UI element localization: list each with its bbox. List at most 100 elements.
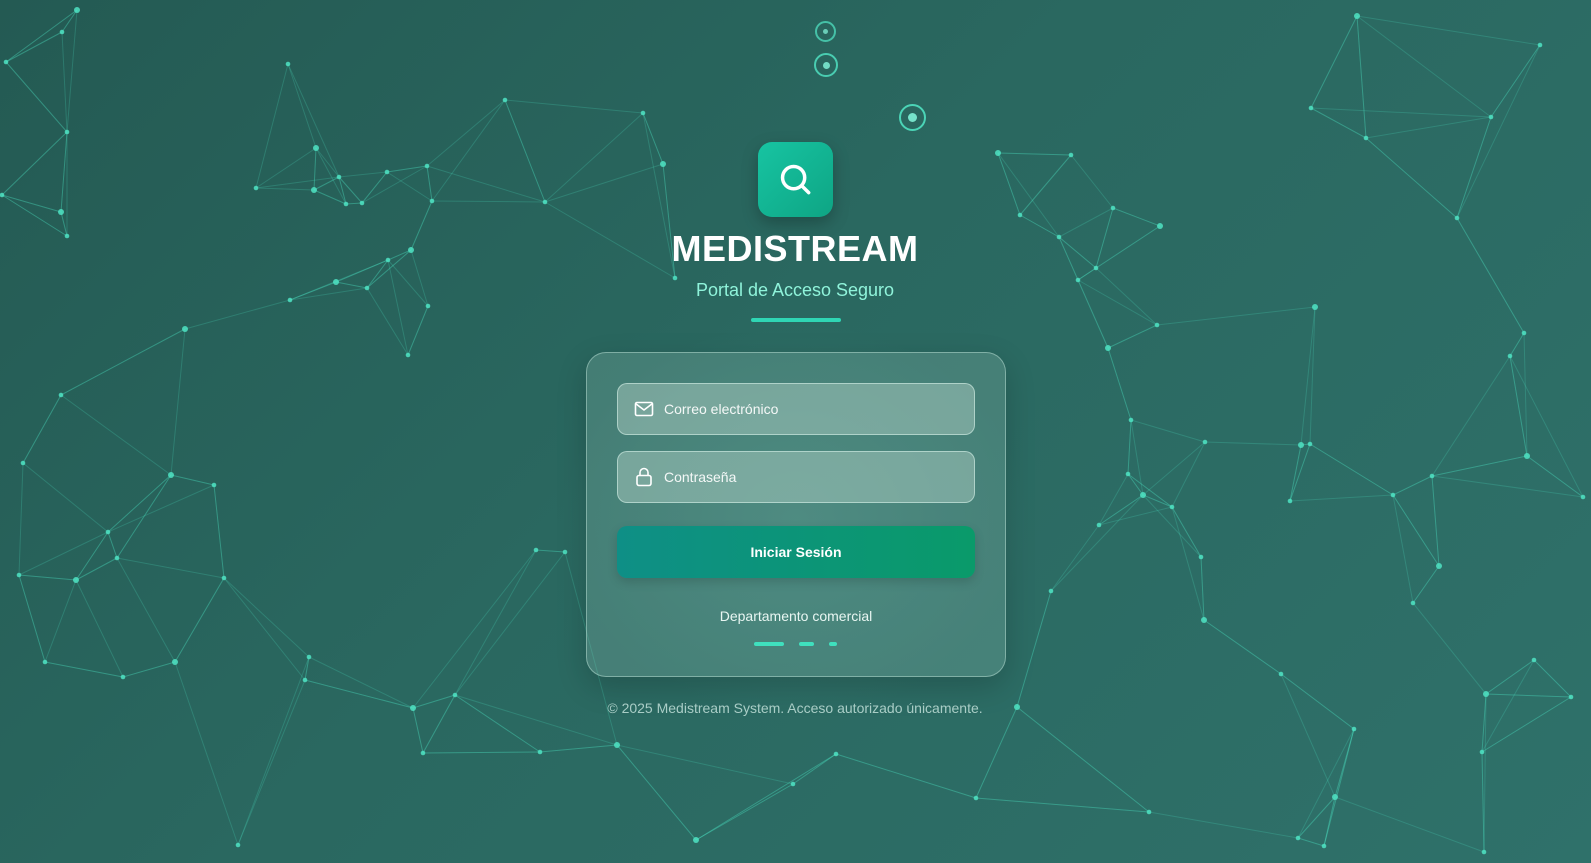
department-label: Departamento comercial bbox=[719, 608, 873, 624]
network-link bbox=[1203, 619, 1282, 675]
network-link bbox=[366, 249, 412, 289]
network-node bbox=[1201, 617, 1207, 623]
password-field[interactable] bbox=[617, 451, 975, 503]
network-node bbox=[1410, 600, 1416, 606]
network-link bbox=[1356, 15, 1541, 46]
network-link bbox=[1485, 693, 1572, 698]
network-link bbox=[107, 484, 215, 533]
network-node bbox=[1488, 114, 1494, 120]
network-node bbox=[58, 209, 64, 215]
network-node bbox=[306, 654, 312, 660]
envelope-icon bbox=[634, 399, 654, 419]
network-node bbox=[1429, 473, 1435, 479]
network-node bbox=[1105, 345, 1111, 351]
network-link bbox=[454, 694, 541, 753]
network-link bbox=[1098, 494, 1144, 526]
network-node bbox=[429, 198, 435, 204]
network-node bbox=[1531, 657, 1537, 663]
network-link bbox=[1392, 475, 1433, 496]
network-node bbox=[1307, 441, 1313, 447]
network-link bbox=[454, 549, 537, 696]
network-node bbox=[59, 29, 65, 35]
network-link bbox=[997, 152, 1072, 156]
network-link bbox=[1016, 590, 1052, 708]
login-button[interactable]: Iniciar Sesión bbox=[617, 526, 975, 578]
network-node bbox=[1295, 835, 1301, 841]
network-node bbox=[1308, 105, 1314, 111]
email-input[interactable] bbox=[664, 401, 974, 417]
network-link bbox=[1171, 506, 1205, 621]
network-link bbox=[1431, 355, 1511, 477]
network-link bbox=[1204, 441, 1302, 446]
network-link bbox=[1297, 728, 1355, 839]
network-node bbox=[542, 199, 548, 205]
network-node bbox=[1521, 330, 1527, 336]
network-link bbox=[454, 551, 566, 696]
network-node bbox=[1568, 694, 1574, 700]
network-node bbox=[562, 549, 568, 555]
network-node bbox=[285, 61, 291, 67]
network-link bbox=[75, 579, 124, 678]
network-link bbox=[5, 9, 78, 63]
network-link bbox=[361, 165, 428, 204]
network-node bbox=[1202, 439, 1208, 445]
network-link bbox=[997, 152, 1060, 238]
network-link bbox=[60, 394, 172, 476]
network-link bbox=[174, 577, 225, 663]
network-node bbox=[64, 129, 70, 135]
network-link bbox=[18, 531, 109, 576]
network-link bbox=[1077, 267, 1097, 281]
pulse-ring-icon bbox=[899, 104, 926, 131]
network-link bbox=[1412, 565, 1440, 604]
network-link bbox=[1297, 837, 1325, 847]
network-link bbox=[1365, 116, 1492, 139]
network-link bbox=[304, 679, 414, 709]
network-link bbox=[1509, 355, 1584, 498]
network-link bbox=[1431, 455, 1528, 477]
network-link bbox=[535, 549, 566, 553]
network-node bbox=[333, 279, 339, 285]
network-node bbox=[1068, 152, 1074, 158]
network-link bbox=[431, 200, 546, 203]
network-link bbox=[1289, 494, 1394, 502]
network-link bbox=[407, 305, 429, 356]
login-card: Iniciar Sesión Departamento comercial bbox=[586, 352, 1006, 677]
network-link bbox=[1, 194, 62, 213]
network-node bbox=[424, 163, 430, 169]
network-link bbox=[75, 557, 118, 581]
password-input[interactable] bbox=[664, 469, 974, 485]
network-node bbox=[660, 161, 666, 167]
network-link bbox=[1127, 419, 1132, 475]
network-node bbox=[410, 705, 416, 711]
network-link bbox=[107, 531, 118, 559]
network-link bbox=[61, 31, 68, 133]
network-link bbox=[1142, 441, 1206, 496]
network-link bbox=[1019, 214, 1060, 238]
network-link bbox=[1297, 796, 1336, 839]
title-underline bbox=[751, 318, 841, 322]
network-node bbox=[1140, 492, 1146, 498]
network-link bbox=[116, 557, 176, 663]
network-link bbox=[1098, 473, 1129, 526]
email-field[interactable] bbox=[617, 383, 975, 435]
network-link bbox=[1016, 706, 1150, 813]
network-link bbox=[1050, 524, 1100, 592]
network-link bbox=[335, 281, 368, 289]
network-node bbox=[336, 174, 342, 180]
footer-copyright: © 2025 Medistream System. Acceso autoriz… bbox=[607, 700, 983, 716]
network-node bbox=[253, 185, 259, 191]
network-node bbox=[3, 59, 9, 65]
network-link bbox=[338, 171, 388, 178]
network-link bbox=[422, 751, 541, 754]
network-link bbox=[313, 189, 347, 205]
brand-logo bbox=[758, 142, 833, 217]
network-link bbox=[412, 549, 537, 709]
network-link bbox=[60, 131, 68, 213]
network-node bbox=[1125, 471, 1131, 477]
network-link bbox=[1107, 347, 1132, 421]
network-node bbox=[73, 577, 79, 583]
network-link bbox=[1142, 494, 1202, 558]
network-node bbox=[537, 749, 543, 755]
network-link bbox=[1098, 506, 1173, 526]
network-link bbox=[412, 707, 424, 754]
